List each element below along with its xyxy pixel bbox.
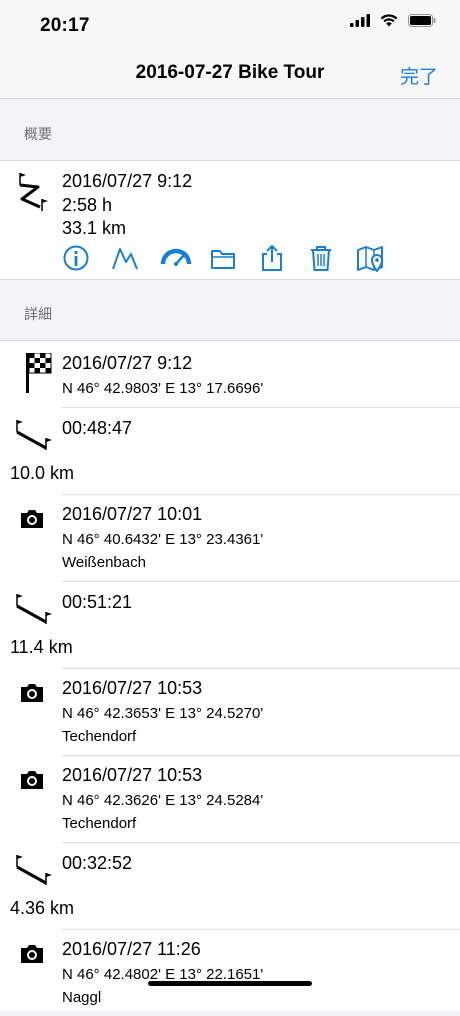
- wifi-icon: [380, 14, 398, 32]
- segment-distance: 10.0 km: [10, 463, 75, 483]
- details-section-header: 詳細: [0, 279, 460, 340]
- info-icon: [63, 245, 89, 271]
- start-coordinates: N 46° 42.9803' E 13° 17.6696': [62, 380, 264, 397]
- summary-section-header: 概要: [0, 99, 460, 160]
- photo-date: 2016/07/27 10:01: [62, 504, 203, 524]
- segment-duration: 00:48:47: [62, 418, 133, 438]
- list-item[interactable]: 00:32:52 4.36 km: [0, 843, 460, 929]
- camera-icon: [19, 683, 45, 708]
- summary-actions: [62, 243, 405, 273]
- signal-icon: [350, 14, 370, 32]
- battery-icon: [408, 14, 436, 32]
- photo-date: 2016/07/27 10:53: [62, 765, 203, 785]
- segment-distance: 4.36 km: [10, 898, 75, 918]
- summary-date: 2016/07/27 9:12: [62, 171, 193, 191]
- start-date: 2016/07/27 9:12: [62, 353, 193, 373]
- navigation-bar: 2016-07-27 Bike Tour 完了: [0, 50, 460, 99]
- home-indicator[interactable]: [148, 981, 312, 986]
- list-item[interactable]: 2016/07/27 9:12 N 46° 42.9803' E 13° 17.…: [0, 341, 460, 407]
- list-item[interactable]: 2016/07/27 11:26 N 46° 42.4802' E 13° 22…: [0, 930, 460, 1016]
- share-button[interactable]: [258, 243, 307, 273]
- segment-duration: 00:32:52: [62, 853, 133, 873]
- segment-icon: [14, 592, 54, 633]
- folder-button[interactable]: [209, 243, 258, 273]
- status-bar: 20:17: [0, 0, 460, 50]
- photo-location: Naggl: [62, 989, 102, 1006]
- list-item[interactable]: 00:48:47 10.0 km: [0, 408, 460, 494]
- info-button[interactable]: [62, 243, 111, 273]
- segment-distance: 11.4 km: [10, 637, 73, 657]
- camera-icon: [19, 944, 45, 969]
- list-item[interactable]: 2016/07/27 10:01 N 46° 40.6432' E 13° 23…: [0, 495, 460, 581]
- photo-coordinates: N 46° 42.3653' E 13° 24.5270': [62, 705, 264, 722]
- route-icon: [12, 169, 52, 222]
- summary-card: 2016/07/27 9:12 2:58 h 33.1 km: [0, 160, 460, 280]
- share-icon: [262, 244, 282, 271]
- elevation-button[interactable]: [111, 243, 160, 273]
- photo-location: Techendorf: [62, 815, 137, 832]
- camera-icon: [19, 770, 45, 795]
- elevation-icon: [112, 248, 138, 270]
- summary-header-label: 概要: [24, 126, 52, 142]
- photo-coordinates: N 46° 40.6432' E 13° 23.4361': [62, 531, 264, 548]
- map-button[interactable]: [356, 243, 405, 273]
- summary-distance: 33.1 km: [62, 218, 127, 238]
- photo-date: 2016/07/27 11:26: [62, 939, 201, 959]
- photo-date: 2016/07/27 10:53: [62, 678, 203, 698]
- trash-icon: [311, 246, 331, 271]
- map-icon: [357, 246, 384, 272]
- trash-button[interactable]: [307, 243, 356, 273]
- list-item[interactable]: 2016/07/27 10:53 N 46° 42.3626' E 13° 24…: [0, 756, 460, 842]
- segment-icon: [14, 418, 54, 459]
- summary-duration: 2:58 h: [62, 195, 113, 215]
- page-title: 2016-07-27 Bike Tour: [135, 62, 325, 83]
- segment-icon: [14, 853, 54, 894]
- speedometer-icon: [160, 248, 192, 266]
- details-header-label: 詳細: [24, 306, 52, 322]
- photo-location: Techendorf: [62, 728, 137, 745]
- status-time: 20:17: [40, 15, 90, 36]
- list-item[interactable]: 00:51:21 11.4 km: [0, 582, 460, 668]
- camera-icon: [19, 509, 45, 534]
- photo-location: Weißenbach: [62, 554, 146, 571]
- folder-icon: [211, 250, 235, 269]
- checkered-flag-icon: [24, 352, 52, 398]
- segment-duration: 00:51:21: [62, 592, 133, 612]
- details-list: 2016/07/27 9:12 N 46° 42.9803' E 13° 17.…: [0, 340, 460, 1011]
- photo-coordinates: N 46° 42.3626' E 13° 24.5284': [62, 792, 264, 809]
- done-button[interactable]: 完了: [400, 62, 438, 89]
- speedometer-button[interactable]: [160, 243, 209, 273]
- list-item[interactable]: 2016/07/27 10:53 N 46° 42.3653' E 13° 24…: [0, 669, 460, 755]
